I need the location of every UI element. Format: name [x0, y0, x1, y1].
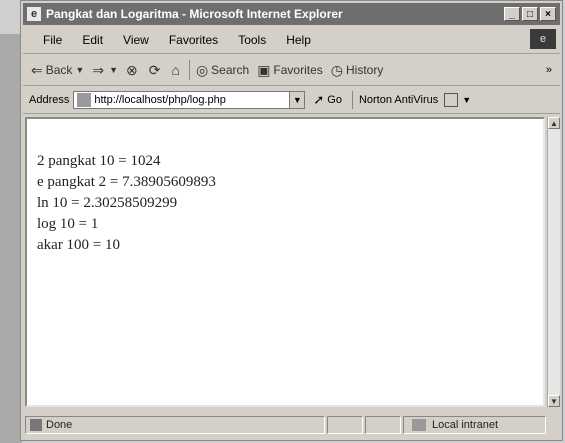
window-title: Pangkat dan Logaritma - Microsoft Intern…	[46, 7, 343, 21]
menu-help[interactable]: Help	[276, 33, 321, 47]
status-blank	[365, 416, 401, 434]
go-button[interactable]: ➚ Go	[313, 92, 342, 108]
page-icon	[77, 93, 92, 107]
address-dropdown-icon[interactable]: ▼	[289, 92, 305, 108]
done-page-icon	[30, 419, 42, 431]
title-bar[interactable]: e Pangkat dan Logaritma - Microsoft Inte…	[23, 3, 560, 25]
output-lines: 2 pangkat 10 = 1024 e pangkat 2 = 7.3890…	[37, 151, 216, 256]
stop-button[interactable]: ⊗	[126, 62, 141, 79]
go-label: Go	[327, 94, 342, 106]
window-shadow	[0, 34, 22, 443]
standard-toolbar: ⇐ Back ▼ ⇒ ▼ ⊗ ⟳ ⌂ ◎ Search ▣ Favorites …	[23, 55, 560, 86]
norton-dropdown-icon[interactable]: ▼	[462, 95, 471, 105]
norton-icon	[444, 93, 459, 107]
menu-bar: File Edit View Favorites Tools Help e	[23, 27, 560, 54]
favorites-button[interactable]: ▣ Favorites	[257, 62, 323, 79]
ie-throbber-icon: e	[530, 29, 556, 49]
toolbar-more-chevron[interactable]: »	[546, 64, 552, 76]
menu-file[interactable]: File	[33, 33, 72, 47]
favorites-icon: ▣	[257, 61, 271, 78]
address-input[interactable]: http://localhost/php/log.php ▼	[73, 91, 306, 109]
vertical-scrollbar[interactable]: ▲ ▼	[547, 117, 560, 407]
toolbar-separator	[188, 60, 190, 80]
menu-favorites[interactable]: Favorites	[159, 33, 228, 47]
home-button[interactable]: ⌂	[171, 62, 182, 78]
search-label: Search	[211, 63, 250, 77]
refresh-button[interactable]: ⟳	[149, 62, 164, 79]
back-label: Back	[45, 63, 73, 77]
maximize-button[interactable]: □	[522, 7, 538, 21]
ie-page-icon: e	[27, 7, 41, 21]
output-line: akar 100 = 10	[37, 237, 121, 253]
scroll-up-icon[interactable]: ▲	[548, 117, 560, 129]
status-blank	[327, 416, 363, 434]
intranet-zone-icon	[412, 419, 426, 431]
status-main: Done	[25, 416, 325, 434]
status-zone: Local intranet	[403, 416, 546, 434]
status-bar: Done Local intranet	[23, 414, 560, 436]
window-controls: _ □ ×	[504, 7, 556, 21]
forward-arrow-icon: ⇒	[92, 61, 105, 78]
menu-edit[interactable]: Edit	[72, 33, 113, 47]
home-icon: ⌂	[171, 62, 180, 78]
search-icon: ◎	[195, 61, 209, 78]
stop-icon: ⊗	[126, 61, 138, 78]
address-label: Address	[29, 94, 70, 106]
minimize-button[interactable]: _	[504, 7, 520, 21]
output-line: log 10 = 1	[37, 216, 99, 232]
search-button[interactable]: ◎ Search	[196, 62, 249, 79]
history-label: History	[346, 63, 384, 77]
history-icon: ◷	[330, 61, 343, 78]
scroll-down-icon[interactable]: ▼	[548, 395, 560, 407]
forward-button[interactable]: ⇒ ▼	[92, 62, 118, 79]
menu-tools[interactable]: Tools	[228, 33, 276, 47]
refresh-icon: ⟳	[148, 61, 161, 78]
zone-text: Local intranet	[432, 419, 499, 431]
status-text: Done	[46, 419, 73, 431]
close-button[interactable]: ×	[540, 7, 556, 21]
output-line: e pangkat 2 = 7.38905609893	[37, 174, 216, 190]
forward-dropdown-icon[interactable]: ▼	[109, 65, 118, 75]
toolbar-separator	[351, 91, 353, 109]
address-bar: Address http://localhost/php/log.php ▼ ➚…	[23, 87, 560, 114]
address-url[interactable]: http://localhost/php/log.php	[94, 94, 289, 106]
back-button[interactable]: ⇐ Back ▼	[31, 62, 84, 79]
browser-window: e Pangkat dan Logaritma - Microsoft Inte…	[20, 0, 563, 441]
back-dropdown-icon[interactable]: ▼	[75, 65, 84, 75]
history-button[interactable]: ◷ History	[331, 62, 384, 79]
favorites-label: Favorites	[273, 63, 323, 77]
menu-view[interactable]: View	[113, 33, 159, 47]
output-line: ln 10 = 2.30258509299	[37, 195, 178, 211]
go-arrow-icon: ➚	[313, 92, 325, 107]
back-arrow-icon: ⇐	[31, 61, 43, 78]
output-line: 2 pangkat 10 = 1024	[37, 153, 161, 169]
norton-antivirus-toolbar[interactable]: Norton AntiVirus ▼	[351, 91, 471, 109]
page-content: 2 pangkat 10 = 1024 e pangkat 2 = 7.3890…	[25, 117, 545, 407]
norton-label: Norton AntiVirus	[358, 94, 439, 106]
